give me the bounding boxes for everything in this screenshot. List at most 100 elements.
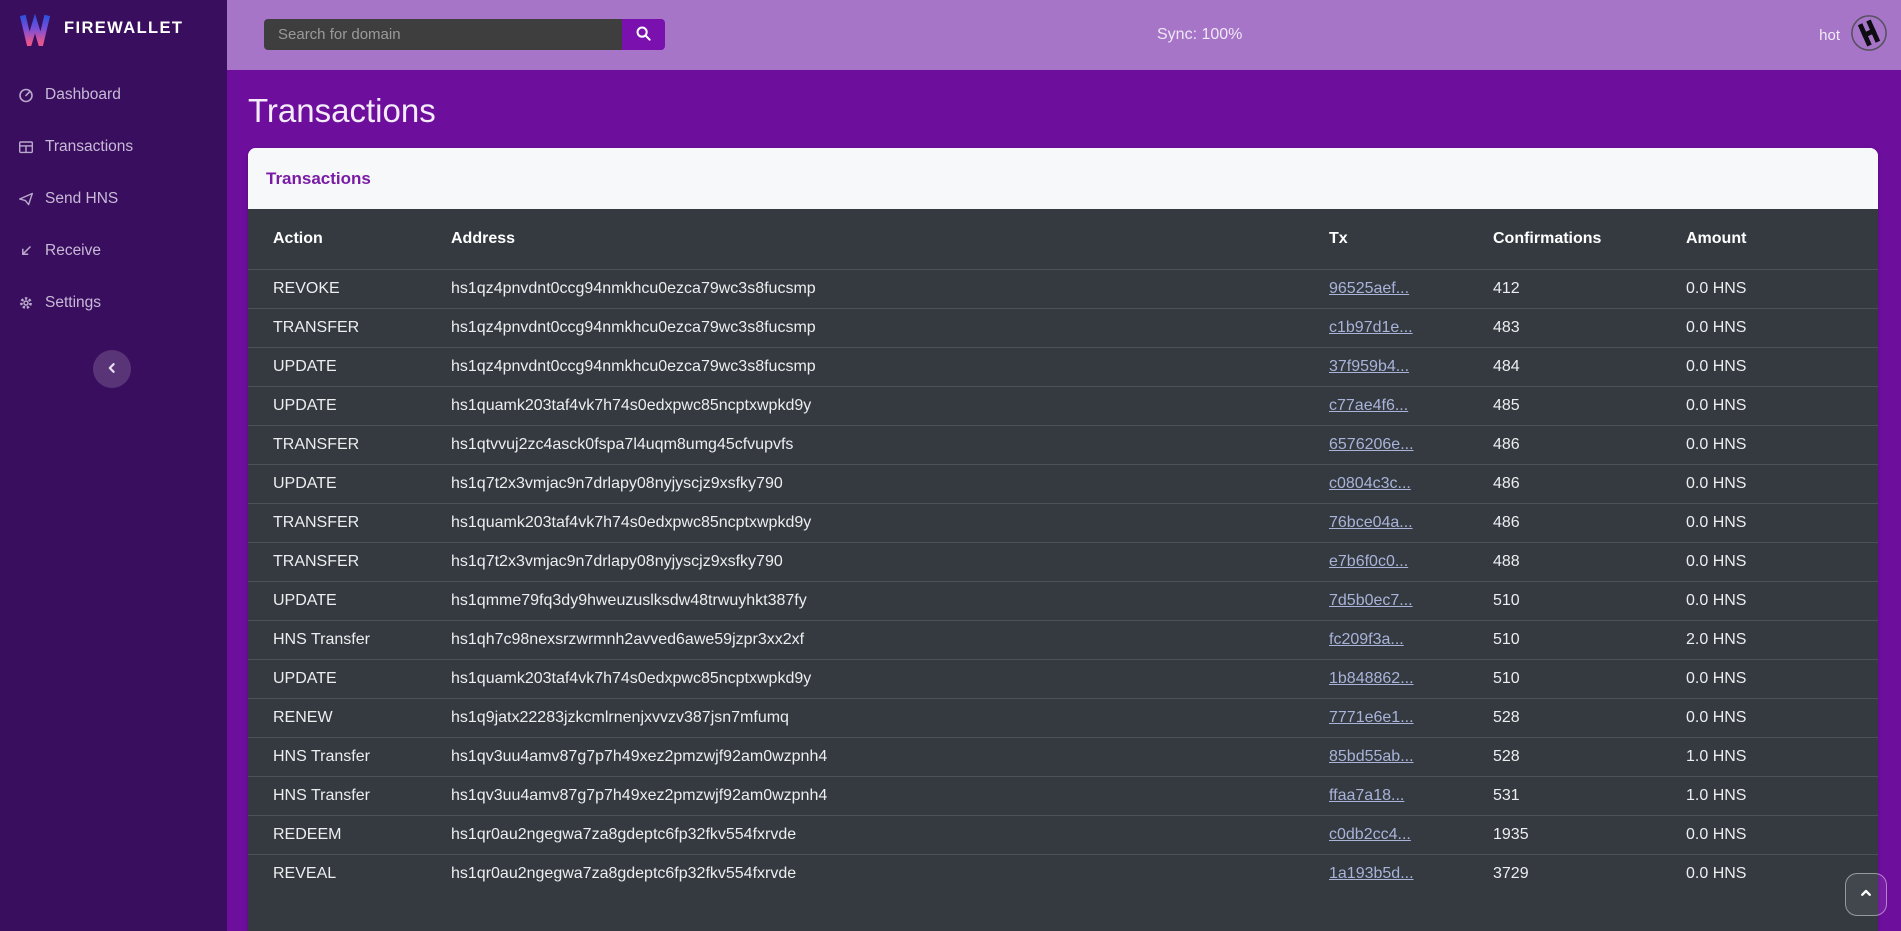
sidebar-item-label: Send HNS <box>45 190 118 208</box>
table-row: RENEW hs1q9jatx22283jzkcmlrnenjxvvzv387j… <box>248 699 1878 738</box>
column-header-amount: Amount <box>1674 209 1878 270</box>
table-row: HNS Transfer hs1qv3uu4amv87g7p7h49xez2pm… <box>248 777 1878 816</box>
amount-cell: 0.0 HNS <box>1674 465 1878 504</box>
table-row: REDEEM hs1qr0au2ngegwa7za8gdeptc6fp32fkv… <box>248 816 1878 855</box>
brand[interactable]: FIREWALLET <box>0 0 227 57</box>
address-cell: hs1qz4pnvdnt0ccg94nmkhcu0ezca79wc3s8fucs… <box>439 348 1317 387</box>
tx-link[interactable]: fc209f3a... <box>1329 631 1404 648</box>
confirmations-cell: 510 <box>1481 660 1674 699</box>
receive-arrow-icon <box>18 243 34 259</box>
column-header-address: Address <box>439 209 1317 270</box>
tx-link[interactable]: 7d5b0ec7... <box>1329 592 1413 609</box>
tx-link[interactable]: 1a193b5d... <box>1329 865 1414 882</box>
column-header-action: Action <box>248 209 439 270</box>
tx-link[interactable]: 6576206e... <box>1329 436 1414 453</box>
confirmations-cell: 485 <box>1481 387 1674 426</box>
tx-link[interactable]: c0db2cc4... <box>1329 826 1411 843</box>
table-row: TRANSFER hs1qtvvuj2zc4asck0fspa7l4uqm8um… <box>248 426 1878 465</box>
tx-cell: fc209f3a... <box>1317 621 1481 660</box>
amount-cell: 0.0 HNS <box>1674 660 1878 699</box>
amount-cell: 0.0 HNS <box>1674 582 1878 621</box>
transactions-table: Action Address Tx Confirmations Amount R… <box>248 209 1878 893</box>
card-title: Transactions <box>266 169 371 189</box>
tx-cell: 96525aef... <box>1317 270 1481 309</box>
sidebar-item-settings[interactable]: Settings <box>0 277 227 329</box>
card-header: Transactions <box>248 148 1878 209</box>
tx-link[interactable]: 1b848862... <box>1329 670 1414 687</box>
action-cell: TRANSFER <box>248 504 439 543</box>
table-row: TRANSFER hs1qz4pnvdnt0ccg94nmkhcu0ezca79… <box>248 309 1878 348</box>
search-button[interactable] <box>622 19 665 50</box>
tx-link[interactable]: 96525aef... <box>1329 280 1409 297</box>
tx-link[interactable]: c77ae4f6... <box>1329 397 1408 414</box>
tx-link[interactable]: e7b6f0c0... <box>1329 553 1408 570</box>
page-title: Transactions <box>227 70 1901 148</box>
action-cell: REVOKE <box>248 270 439 309</box>
address-cell: hs1q9jatx22283jzkcmlrnenjxvvzv387jsn7mfu… <box>439 699 1317 738</box>
transactions-table-wrap: Action Address Tx Confirmations Amount R… <box>248 209 1878 931</box>
tx-cell: 1a193b5d... <box>1317 855 1481 894</box>
sidebar-item-transactions[interactable]: Transactions <box>0 121 227 173</box>
tx-link[interactable]: 85bd55ab... <box>1329 748 1414 765</box>
sidebar-item-send-hns[interactable]: Send HNS <box>0 173 227 225</box>
table-row: HNS Transfer hs1qh7c98nexsrzwrmnh2avved6… <box>248 621 1878 660</box>
confirmations-cell: 510 <box>1481 582 1674 621</box>
confirmations-cell: 484 <box>1481 348 1674 387</box>
tx-link[interactable]: 7771e6e1... <box>1329 709 1414 726</box>
sync-status: Sync: 100% <box>1157 0 1242 70</box>
sidebar-item-label: Receive <box>45 242 101 260</box>
amount-cell: 0.0 HNS <box>1674 543 1878 582</box>
tx-link[interactable]: 76bce04a... <box>1329 514 1413 531</box>
sidebar-nav: Dashboard Transactions Send HNS <box>0 69 227 329</box>
amount-cell: 0.0 HNS <box>1674 426 1878 465</box>
action-cell: HNS Transfer <box>248 777 439 816</box>
gear-icon <box>18 295 34 311</box>
address-cell: hs1qr0au2ngegwa7za8gdeptc6fp32fkv554fxrv… <box>439 855 1317 894</box>
gauge-icon <box>18 87 34 103</box>
tx-link[interactable]: ffaa7a18... <box>1329 787 1404 804</box>
action-cell: HNS Transfer <box>248 738 439 777</box>
amount-cell: 2.0 HNS <box>1674 621 1878 660</box>
wallet-menu[interactable]: hot <box>1819 0 1888 70</box>
handshake-logo-icon <box>1850 14 1888 57</box>
search-input[interactable] <box>264 19 622 50</box>
tx-link[interactable]: c1b97d1e... <box>1329 319 1413 336</box>
column-header-confirmations: Confirmations <box>1481 209 1674 270</box>
action-cell: UPDATE <box>248 582 439 621</box>
send-icon <box>18 191 34 207</box>
sidebar-collapse-button[interactable] <box>93 350 131 388</box>
sidebar-item-dashboard[interactable]: Dashboard <box>0 69 227 121</box>
address-cell: hs1qtvvuj2zc4asck0fspa7l4uqm8umg45cfvupv… <box>439 426 1317 465</box>
chevron-left-icon <box>104 360 120 379</box>
sidebar-item-label: Dashboard <box>45 86 121 104</box>
action-cell: UPDATE <box>248 465 439 504</box>
domain-search <box>264 19 665 50</box>
tx-cell: 76bce04a... <box>1317 504 1481 543</box>
amount-cell: 0.0 HNS <box>1674 387 1878 426</box>
tx-link[interactable]: 37f959b4... <box>1329 358 1409 375</box>
main-content: Transactions Transactions Action Address… <box>227 70 1901 931</box>
tx-cell: 85bd55ab... <box>1317 738 1481 777</box>
sidebar: FIREWALLET Dashboard Transactions <box>0 0 227 931</box>
address-cell: hs1qz4pnvdnt0ccg94nmkhcu0ezca79wc3s8fucs… <box>439 309 1317 348</box>
amount-cell: 1.0 HNS <box>1674 777 1878 816</box>
confirmations-cell: 486 <box>1481 426 1674 465</box>
table-row: UPDATE hs1qz4pnvdnt0ccg94nmkhcu0ezca79wc… <box>248 348 1878 387</box>
confirmations-cell: 488 <box>1481 543 1674 582</box>
address-cell: hs1quamk203taf4vk7h74s0edxpwc85ncptxwpkd… <box>439 504 1317 543</box>
confirmations-cell: 483 <box>1481 309 1674 348</box>
chevron-up-icon <box>1858 885 1874 904</box>
search-icon <box>635 25 652 45</box>
table-row: UPDATE hs1quamk203taf4vk7h74s0edxpwc85nc… <box>248 387 1878 426</box>
table-row: REVEAL hs1qr0au2ngegwa7za8gdeptc6fp32fkv… <box>248 855 1878 894</box>
action-cell: UPDATE <box>248 660 439 699</box>
table-row: TRANSFER hs1quamk203taf4vk7h74s0edxpwc85… <box>248 504 1878 543</box>
scroll-to-top-button[interactable] <box>1845 873 1887 916</box>
tx-cell: c77ae4f6... <box>1317 387 1481 426</box>
amount-cell: 0.0 HNS <box>1674 348 1878 387</box>
tx-link[interactable]: c0804c3c... <box>1329 475 1411 492</box>
confirmations-cell: 510 <box>1481 621 1674 660</box>
address-cell: hs1qh7c98nexsrzwrmnh2avved6awe59jzpr3xx2… <box>439 621 1317 660</box>
amount-cell: 1.0 HNS <box>1674 738 1878 777</box>
sidebar-item-receive[interactable]: Receive <box>0 225 227 277</box>
